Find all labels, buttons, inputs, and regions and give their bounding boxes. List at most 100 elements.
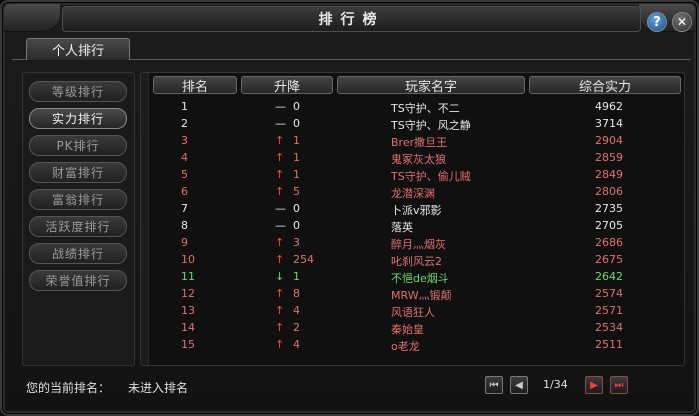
change-value-cell: 0 xyxy=(293,100,300,113)
ranking-table: 排名 升降 玩家名字 综合实力 1—0 TS守护、不二 4962 2—0 TS守护、风之… xyxy=(140,72,685,366)
table-row[interactable]: 6 ↑ 5 龙潜深渊 2806 xyxy=(141,184,684,200)
window-titlebar: 排行榜 xyxy=(62,6,641,32)
rank-cell: 15 xyxy=(181,338,195,351)
table-row[interactable]: 14 ↑ 2 秦始皇 2534 xyxy=(141,320,684,336)
column-header-rank: 排名 xyxy=(153,76,237,95)
ranking-window: 排行榜 ? ✕ 个人排行 等级排行 实力排行 PK排行 财富排行 富翁排行 活跃… xyxy=(0,0,699,416)
power-cell: 4962 xyxy=(595,100,623,113)
table-row[interactable]: 5 ↑ 1 TS守护、偷儿贼 2849 xyxy=(141,167,684,183)
change-value-cell: 8 xyxy=(293,287,300,300)
ranking-category-panel: 等级排行 实力排行 PK排行 财富排行 富翁排行 活跃度排行 战绩排行 荣誉值排… xyxy=(22,72,135,366)
rank-cell: 8 xyxy=(181,219,188,232)
column-header-player-name: 玩家名字 xyxy=(337,76,525,95)
category-tycoon-ranking[interactable]: 富翁排行 xyxy=(29,189,127,210)
table-row[interactable]: 3 ↑ 1 Brer撒旦王 2904 xyxy=(141,133,684,149)
player-name-cell: 秦始皇 xyxy=(391,323,424,336)
first-page-icon[interactable]: ⏮ xyxy=(485,376,503,394)
table-row[interactable]: 2 — 0 TS守护、风之静 3714 xyxy=(141,116,684,132)
table-row[interactable]: 15 ↑ 4 o老龙 2511 xyxy=(141,337,684,353)
rank-cell: 9 xyxy=(181,236,188,249)
rank-cell: 12 xyxy=(181,287,195,300)
category-pk-ranking[interactable]: PK排行 xyxy=(29,135,127,156)
rank-cell: 14 xyxy=(181,321,195,334)
change-value-cell: 0 xyxy=(293,117,300,130)
rank-cell: 1 xyxy=(181,100,188,113)
table-row[interactable]: 1 — 0 TS守护、不二 4962 xyxy=(141,99,684,115)
rank-cell: 7 xyxy=(181,202,188,215)
power-cell: 2574 xyxy=(595,287,623,300)
player-name-cell: TS守护、偷儿贼 xyxy=(391,170,471,183)
power-cell: 2675 xyxy=(595,253,623,266)
category-battle-ranking[interactable]: 战绩排行 xyxy=(29,243,127,264)
change-arrow-icon: ↑ xyxy=(275,287,285,300)
change-arrow-icon: ↑ xyxy=(275,338,285,351)
table-row[interactable]: 13 ↑ 4 风语狂人 2571 xyxy=(141,303,684,319)
help-button[interactable]: ? xyxy=(647,12,667,32)
change-arrow-icon: ↑ xyxy=(275,236,285,249)
table-row[interactable]: 8 — 0 落英 2705 xyxy=(141,218,684,234)
change-arrow-icon: — xyxy=(275,219,286,232)
change-arrow-icon: ↑ xyxy=(275,321,285,334)
tab-personal-ranking[interactable]: 个人排行 xyxy=(26,38,130,60)
rank-cell: 5 xyxy=(181,168,188,181)
table-row[interactable]: 10 ↑ 254 叱刹风云2 2675 xyxy=(141,252,684,268)
tab-strip: 个人排行 xyxy=(12,38,691,60)
category-wealth-ranking[interactable]: 财富排行 xyxy=(29,162,127,183)
change-arrow-icon: ↑ xyxy=(275,168,285,181)
change-arrow-icon: ↑ xyxy=(275,134,285,147)
player-name-cell: MRW灬锻颠 xyxy=(391,289,452,302)
power-cell: 2705 xyxy=(595,219,623,232)
power-cell: 3714 xyxy=(595,117,623,130)
change-arrow-icon: — xyxy=(275,117,286,130)
player-name-cell: TS守护、风之静 xyxy=(391,119,471,132)
rank-cell: 6 xyxy=(181,185,188,198)
page-indicator: 1/34 xyxy=(543,378,568,391)
last-page-icon[interactable]: ⏭ xyxy=(610,376,628,394)
rank-cell: 11 xyxy=(181,270,195,283)
power-cell: 2904 xyxy=(595,134,623,147)
change-arrow-icon: — xyxy=(275,100,286,113)
power-cell: 2571 xyxy=(595,304,623,317)
window-title: 排行榜 xyxy=(318,12,385,28)
prev-page-icon[interactable]: ◀ xyxy=(510,376,528,394)
change-value-cell: 1 xyxy=(293,151,300,164)
player-name-cell: 卜派v邪影 xyxy=(391,204,442,217)
power-cell: 2735 xyxy=(595,202,623,215)
player-name-cell: 不悒de烟斗 xyxy=(391,272,449,285)
next-page-icon[interactable]: ▶ xyxy=(585,376,603,394)
corner-ornament-left xyxy=(4,4,60,32)
player-name-cell: 风语狂人 xyxy=(391,306,435,319)
rank-cell: 2 xyxy=(181,117,188,130)
category-activity-ranking[interactable]: 活跃度排行 xyxy=(29,216,127,237)
current-rank-label: 您的当前排名： xyxy=(26,381,111,395)
change-value-cell: 254 xyxy=(293,253,314,266)
change-arrow-icon: ↑ xyxy=(275,185,285,198)
table-row[interactable]: 4 ↑ 1 鬼冢灰太狼 2859 xyxy=(141,150,684,166)
category-honor-ranking[interactable]: 荣誉值排行 xyxy=(29,270,127,291)
player-name-cell: 醉月灬烟灰 xyxy=(391,238,446,251)
power-cell: 2534 xyxy=(595,321,623,334)
change-value-cell: 5 xyxy=(293,185,300,198)
change-arrow-icon: ↑ xyxy=(275,151,285,164)
change-arrow-icon: ↓ xyxy=(275,270,285,283)
player-name-cell: 鬼冢灰太狼 xyxy=(391,153,446,166)
table-row[interactable]: 7 — 0 卜派v邪影 2735 xyxy=(141,201,684,217)
change-value-cell: 1 xyxy=(293,168,300,181)
player-name-cell: Brer撒旦王 xyxy=(391,136,448,149)
rank-cell: 10 xyxy=(181,253,195,266)
table-row[interactable]: 11 ↓ 1 不悒de烟斗 2642 xyxy=(141,269,684,285)
category-strength-ranking[interactable]: 实力排行 xyxy=(29,108,127,129)
current-rank-value: 未进入排名 xyxy=(128,381,189,395)
category-level-ranking[interactable]: 等级排行 xyxy=(29,81,127,102)
table-row[interactable]: 12 ↑ 8 MRW灬锻颠 2574 xyxy=(141,286,684,302)
column-header-change: 升降 xyxy=(241,76,333,95)
player-name-cell: 叱刹风云2 xyxy=(391,255,442,268)
rank-cell: 13 xyxy=(181,304,195,317)
power-cell: 2511 xyxy=(595,338,623,351)
change-value-cell: 1 xyxy=(293,134,300,147)
change-arrow-icon: ↑ xyxy=(275,304,285,317)
power-cell: 2806 xyxy=(595,185,623,198)
table-row[interactable]: 9 ↑ 3 醉月灬烟灰 2686 xyxy=(141,235,684,251)
close-button[interactable]: ✕ xyxy=(672,12,692,32)
change-arrow-icon: ↑ xyxy=(275,253,285,266)
